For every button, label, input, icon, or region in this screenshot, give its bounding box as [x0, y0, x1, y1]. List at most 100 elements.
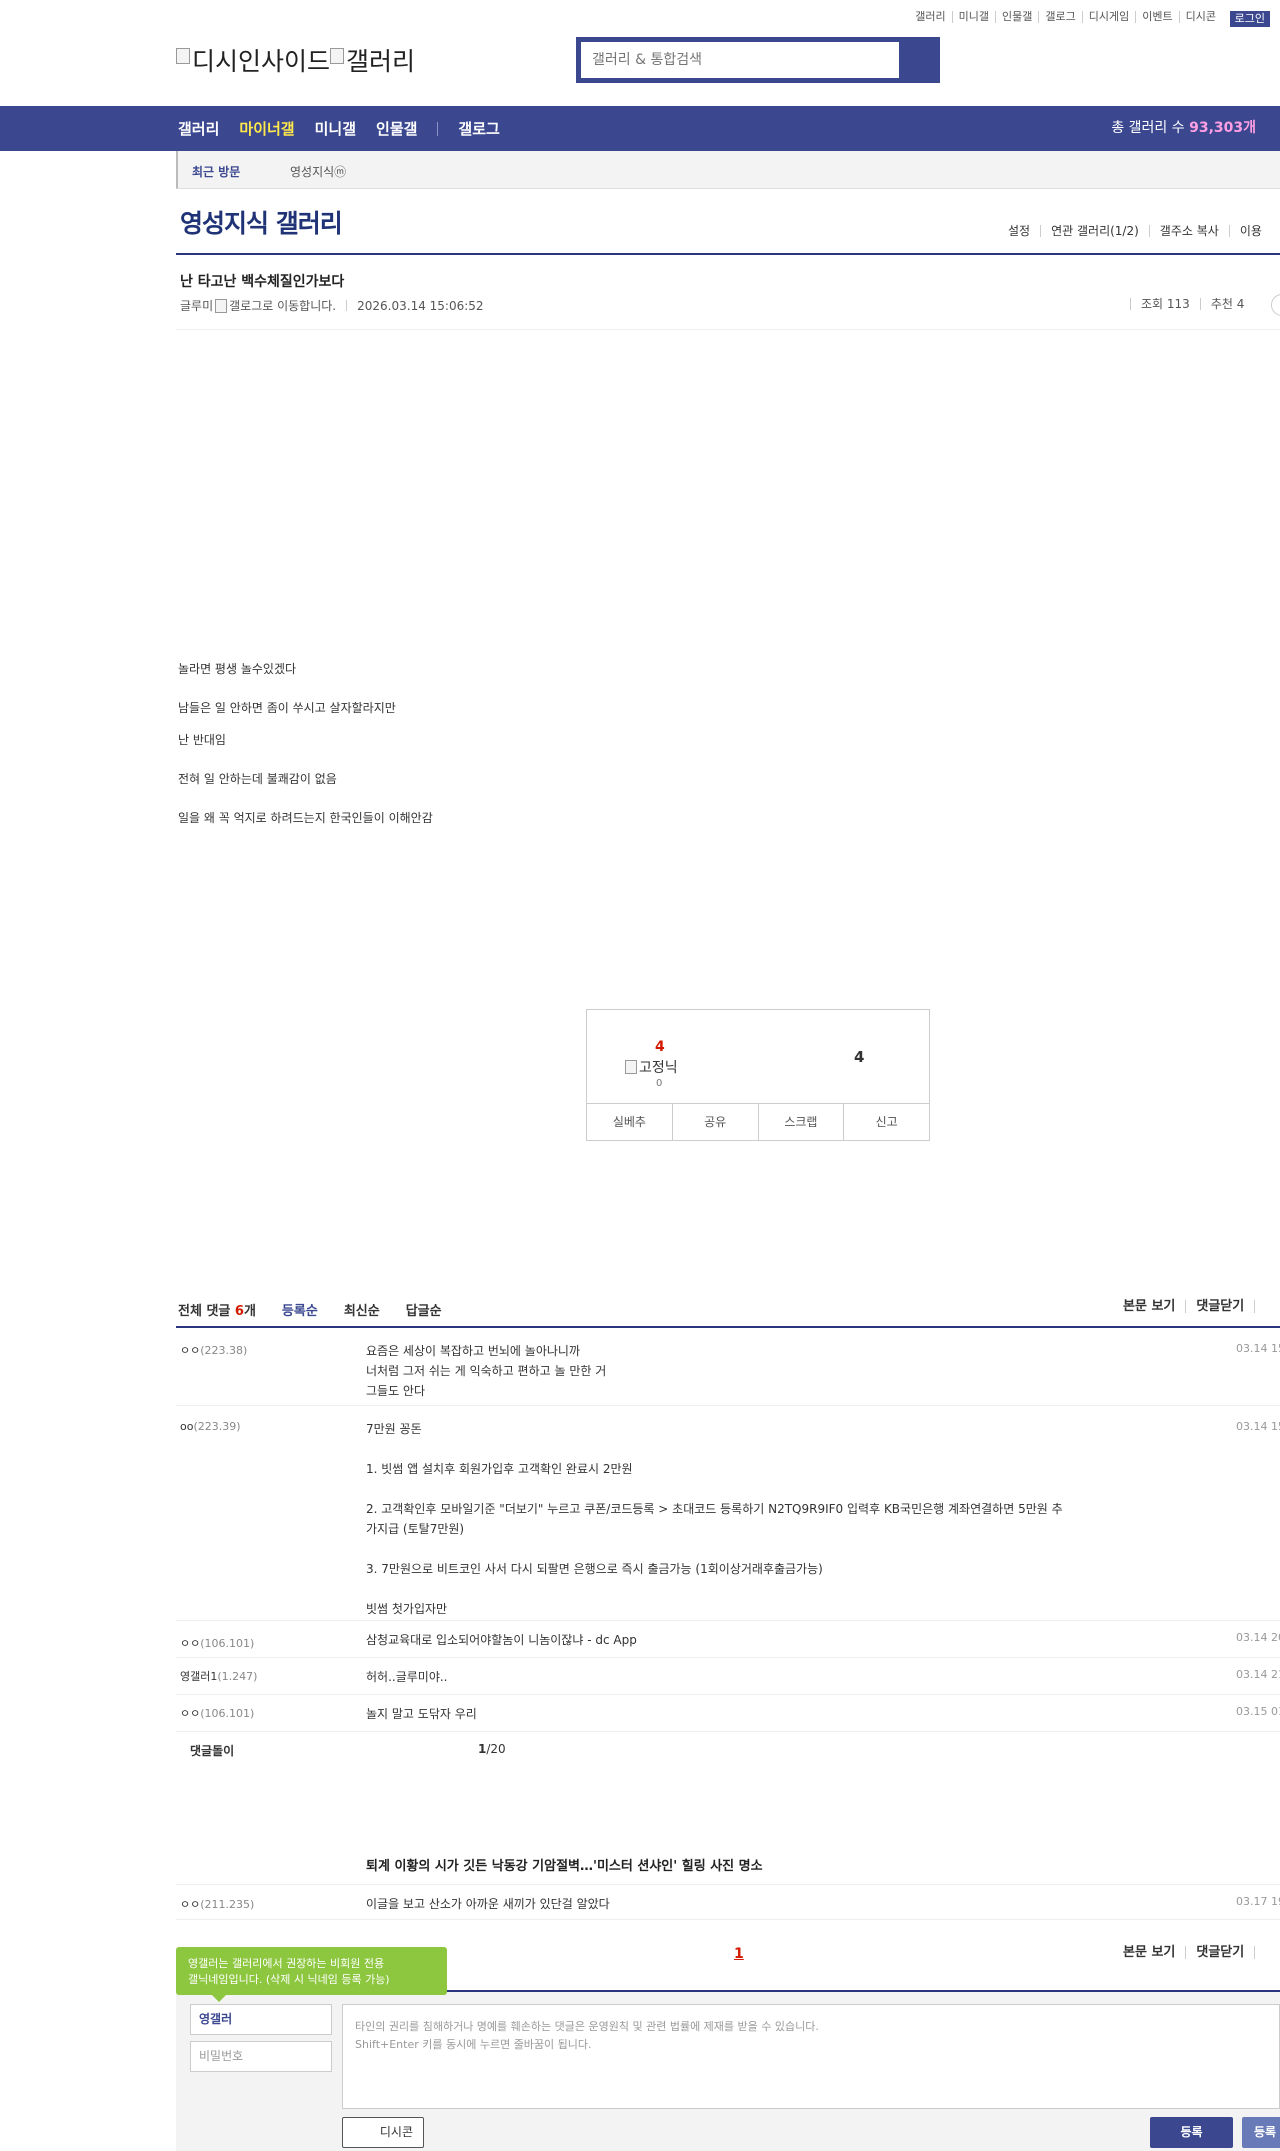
site-logo[interactable]: 디시인사이드 갤러리 [176, 42, 415, 78]
util-link-person[interactable]: 인물갤 [995, 11, 1038, 23]
gallery-menu-settings[interactable]: 설정 [998, 225, 1040, 237]
password-input[interactable]: 비밀번호 [190, 2041, 332, 2072]
main-nav: 갤러리 마이너갤 미니갤 인물갤 갤로그 총 갤러리 수 93,303개 [0, 106, 1280, 151]
tooltip-line: 영갤러는 갤러리에서 권장하는 비회원 전용 [188, 1957, 385, 1970]
recent-visit-item[interactable]: 영성지식ⓜ [290, 163, 346, 180]
post-views: 조회 113 [1130, 298, 1200, 310]
comment-nick[interactable]: ㅇㅇ(223.38) [180, 1342, 247, 1358]
report-button[interactable]: 신고 [843, 1104, 929, 1140]
comment-date: 03.17 19 [1236, 1895, 1280, 1908]
count-label: 총 갤러리 수 [1111, 120, 1190, 136]
comment-line: 7만원 꽁돈 [366, 1422, 422, 1436]
nav-item-gallery[interactable]: 갤러리 [178, 118, 219, 139]
comment-total-label: 전체 댓글 [178, 1304, 235, 1319]
util-link-dccon[interactable]: 디시콘 [1178, 11, 1222, 23]
comment-row: ㅇㅇ(223.38) 요즘은 세상이 복잡하고 번뇌에 놀아나니까 너처럼 그저… [176, 1328, 1280, 1406]
nick-text: ㅇㅇ [180, 1344, 201, 1357]
recent-visit-label[interactable]: 최근 방문 [192, 163, 240, 180]
gallog-icon [215, 298, 228, 313]
nav-item-minor[interactable]: 마이너갤 [239, 118, 294, 139]
comment-refresh-button[interactable] [1254, 1946, 1275, 1959]
comment-line: 2. 고객확인후 모바일기준 "더보기" 누르고 쿠폰/코드등록 > 초대코드 … [366, 1502, 1063, 1516]
gallery-menu: 설정 연관 갤러리(1/2) 갤주소 복사 이용 [998, 225, 1272, 237]
comment-text: 7만원 꽁돈 1. 빗썸 앱 설치후 회원가입후 고객확인 완료시 2만원 2.… [366, 1419, 1166, 1619]
ip-text: (211.235) [200, 1898, 255, 1911]
gallog-link[interactable]: 갤로그로 이동합니다. [229, 297, 336, 314]
post-author[interactable]: 글루미 [180, 297, 213, 314]
comment-page-1[interactable]: 1 [734, 1946, 744, 1962]
recommend-up-count[interactable]: 4 [655, 1039, 665, 1055]
post-body-line: 난 반대임 [178, 733, 226, 747]
close-comments-button[interactable]: 댓글닫기 [1185, 1300, 1254, 1313]
comment-nick[interactable]: ㅇㅇ(106.101) [180, 1635, 254, 1651]
title-divider [176, 253, 1280, 255]
comment-line [366, 1439, 1166, 1459]
comment-textarea[interactable]: 타인의 권리를 침해하거나 명예를 훼손하는 댓글은 운영원칙 및 관련 법률에… [342, 2004, 1280, 2109]
share-button[interactable]: 공유 [671, 1104, 758, 1140]
sort-latest[interactable]: 최신순 [344, 1300, 380, 1319]
meta-divider [346, 300, 348, 311]
news-headline[interactable]: 퇴계 이황의 시가 깃든 낙동강 기암절벽…'미스터 션샤인' 힐링 사진 명소 [366, 1855, 763, 1874]
login-button[interactable]: 로그인 [1229, 11, 1270, 27]
util-link-minor[interactable]: 미니갤 [951, 11, 995, 23]
comment-line: 3. 7만원으로 비트코인 사서 다시 되팔면 은행으로 즉시 출금가능 (1회… [366, 1562, 823, 1576]
silbe-button[interactable]: 실베추 [587, 1104, 672, 1140]
util-link-gallog[interactable]: 갤로그 [1038, 11, 1081, 23]
comment-footer-actions: 본문 보기 댓글닫기 [1113, 1946, 1275, 1959]
comment-date: 03.14 15: [1236, 1420, 1280, 1433]
comment-header-actions: 본문 보기 댓글닫기 [1113, 1300, 1275, 1313]
comment-nick[interactable]: ㅇㅇ(211.235) [180, 1896, 254, 1912]
gallery-menu-related[interactable]: 연관 갤러리(1/2) [1040, 225, 1149, 237]
nick-text: ㅇㅇ [180, 1898, 201, 1911]
ip-text: (106.101) [200, 1707, 255, 1720]
post-body-line: 일을 왜 꼭 억지로 하려드는지 한국인들이 이해안감 [178, 811, 433, 825]
util-link-game[interactable]: 디시게임 [1081, 11, 1135, 23]
search-button[interactable] [899, 37, 940, 83]
post-body-line: 놀라면 평생 놀수있겠다 [178, 662, 297, 676]
comment-date: 03.15 01: [1236, 1705, 1280, 1718]
view-post-button[interactable]: 본문 보기 [1113, 1300, 1185, 1313]
comment-text: 놀지 말고 도닦자 우리 [366, 1704, 1166, 1724]
recommend-down-count[interactable]: 4 [854, 1048, 864, 1066]
nick-input[interactable]: 영갤러 [190, 2004, 332, 2035]
comment-total-count: 6 [234, 1304, 244, 1319]
sort-reply[interactable]: 답글순 [406, 1300, 442, 1319]
comment-text: 삼청교육대로 입소되어야할놈이 니놈이잖냐 - dc App [366, 1630, 1166, 1650]
gallery-menu-usage[interactable]: 이용 [1228, 225, 1272, 237]
comment-nick[interactable]: ㅇㅇ(106.101) [180, 1705, 254, 1721]
comment-refresh-button[interactable] [1254, 1300, 1275, 1313]
gallery-title[interactable]: 영성지식 갤러리 [180, 204, 343, 240]
reply-bot-title: 댓글돌이 [190, 1744, 235, 1758]
gallery-menu-copy-url[interactable]: 갤주소 복사 [1148, 225, 1229, 237]
post-meta: 글루미 갤로그로 이동합니다. 2026.03.14 15:06:52 [180, 297, 484, 314]
submit-button[interactable]: 등록 [1150, 2117, 1233, 2148]
comment-nick[interactable]: 영갤러1(1.247) [180, 1668, 257, 1684]
sort-registered[interactable]: 등록순 [282, 1300, 318, 1319]
nav-item-mini[interactable]: 미니갤 [315, 118, 356, 139]
comment-header: 전체 댓글 6개 등록순 최신순 답글순 [178, 1300, 442, 1319]
scrap-button[interactable]: 스크랩 [757, 1104, 844, 1140]
util-link-event[interactable]: 이벤트 [1135, 11, 1178, 23]
ip-text: (106.101) [200, 1637, 255, 1650]
fixed-nick-alt: 고정닉 [639, 1060, 678, 1076]
comment-row: 영갤러1(1.247) 허허..글루미야.. 03.14 21: [176, 1658, 1280, 1695]
nick-text: ㅇㅇ [180, 1637, 201, 1650]
nav-item-gallog[interactable]: 갤로그 [458, 118, 499, 139]
util-link-gallery[interactable]: 갤러리 [909, 11, 951, 23]
comment-nick[interactable]: oo(223.39) [180, 1420, 241, 1433]
search-input[interactable] [581, 42, 899, 78]
comment-jump-button[interactable] [1271, 294, 1280, 316]
nick-tooltip: 영갤러는 갤러리에서 권장하는 비회원 전용 갤닉네임입니다. (삭제 시 닉네… [176, 1947, 447, 2002]
recent-visit-bar: 최근 방문 영성지식ⓜ [176, 151, 1280, 189]
nav-item-person[interactable]: 인물갤 [376, 118, 417, 139]
dccon-button[interactable]: 디시콘 [342, 2117, 424, 2148]
view-post-button[interactable]: 본문 보기 [1113, 1946, 1185, 1959]
textarea-notice: 타인의 권리를 침해하거나 명예를 훼손하는 댓글은 운영원칙 및 관련 법률에… [355, 2020, 819, 2033]
comment-line [366, 1479, 1166, 1499]
fixed-nick-recommend: 고정닉 [625, 1057, 678, 1077]
comment-line: 너처럼 그저 쉬는 게 익숙하고 편하고 놀 만한 거 [366, 1364, 607, 1378]
submit-recommend-button[interactable]: 등록 [1242, 2117, 1280, 2148]
post-header-divider [176, 329, 1280, 330]
close-comments-button[interactable]: 댓글닫기 [1185, 1946, 1254, 1959]
post-recommend: 추천 4 [1199, 298, 1255, 310]
